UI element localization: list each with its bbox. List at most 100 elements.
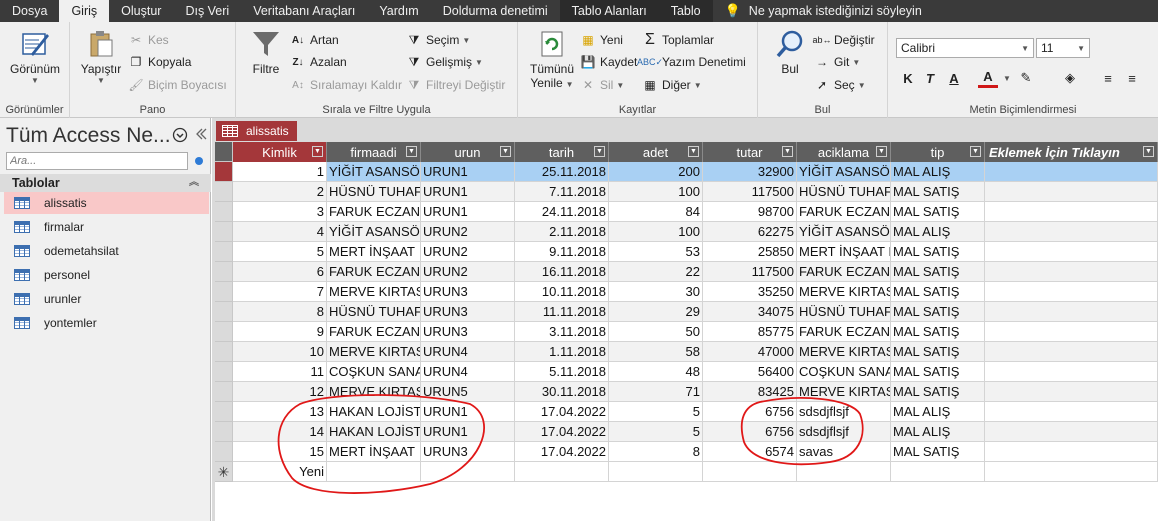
cell-add-field[interactable] <box>985 242 1158 262</box>
cell-adet[interactable]: 53 <box>609 242 703 262</box>
cell-kimlik[interactable]: 14 <box>233 422 327 442</box>
cell-add-field[interactable] <box>985 382 1158 402</box>
cell-adet[interactable]: 29 <box>609 302 703 322</box>
font-color-button[interactable]: A <box>978 68 998 88</box>
cell-tip[interactable]: MAL ALIŞ <box>891 402 985 422</box>
select-button[interactable]: ➚ Seç ▼ <box>814 75 866 95</box>
add-field-dropdown-icon[interactable]: ▼ <box>1143 146 1154 157</box>
cell-firmaadi[interactable]: YİĞİT ASANSÖI <box>327 162 421 182</box>
italic-button[interactable]: T <box>920 68 940 88</box>
record-selector[interactable] <box>215 422 233 442</box>
cell-adet[interactable]: 100 <box>609 222 703 242</box>
record-selector[interactable] <box>215 242 233 262</box>
cell-tip[interactable]: MAL ALIŞ <box>891 422 985 442</box>
cell-urun[interactable]: URUN4 <box>421 362 515 382</box>
align-center-button[interactable]: ≡ <box>1122 68 1142 88</box>
cell-tutar[interactable]: 25850 <box>703 242 797 262</box>
cell-adet[interactable]: 8 <box>609 442 703 462</box>
cell-urun[interactable]: URUN3 <box>421 442 515 462</box>
new-cell-add-field[interactable] <box>985 462 1158 482</box>
tab-yardim[interactable]: Yardım <box>367 0 430 22</box>
column-header-aciklama[interactable]: aciklama ▼ <box>797 142 891 162</box>
underline-button[interactable]: A <box>944 68 964 88</box>
cell-adet[interactable]: 5 <box>609 402 703 422</box>
cell-firmaadi[interactable]: MERVE KIRTAS <box>327 382 421 402</box>
cell-tarih[interactable]: 11.11.2018 <box>515 302 609 322</box>
cell-tarih[interactable]: 17.04.2022 <box>515 402 609 422</box>
cell-firmaadi[interactable]: COŞKUN SANA <box>327 362 421 382</box>
cell-tarih[interactable]: 2.11.2018 <box>515 222 609 242</box>
column-filter-dropdown-icon[interactable]: ▼ <box>970 146 981 157</box>
cell-adet[interactable]: 5 <box>609 422 703 442</box>
new-cell-tarih[interactable] <box>515 462 609 482</box>
cell-tip[interactable]: MAL SATIŞ <box>891 262 985 282</box>
document-tab-alissatis[interactable]: alissatis <box>216 121 297 141</box>
cell-add-field[interactable] <box>985 342 1158 362</box>
cell-firmaadi[interactable]: HÜSNÜ TUHAF <box>327 182 421 202</box>
cell-tutar[interactable]: 85775 <box>703 322 797 342</box>
spelling-button[interactable]: ABC✓ Yazım Denetimi <box>637 52 746 72</box>
cell-firmaadi[interactable]: MERT İNŞAAT <box>327 442 421 462</box>
cell-aciklama[interactable]: MERVE KIRTAS <box>797 282 891 302</box>
cell-urun[interactable]: URUN2 <box>421 262 515 282</box>
collapse-pane-icon[interactable] <box>194 127 208 141</box>
cell-tip[interactable]: MAL SATIŞ <box>891 442 985 462</box>
cell-tarih[interactable]: 3.11.2018 <box>515 322 609 342</box>
cell-tarih[interactable]: 10.11.2018 <box>515 282 609 302</box>
cell-aciklama[interactable]: sdsdjflsjf <box>797 422 891 442</box>
cell-firmaadi[interactable]: FARUK ECZANE <box>327 202 421 222</box>
cell-tutar[interactable]: 47000 <box>703 342 797 362</box>
cell-tarih[interactable]: 17.04.2022 <box>515 422 609 442</box>
tab-doldurma-denetimi[interactable]: Doldurma denetimi <box>431 0 560 22</box>
cell-urun[interactable]: URUN3 <box>421 302 515 322</box>
new-cell-adet[interactable] <box>609 462 703 482</box>
cell-urun[interactable]: URUN3 <box>421 322 515 342</box>
view-button[interactable]: Görünüm ▼ <box>6 28 64 85</box>
cell-tarih[interactable]: 7.11.2018 <box>515 182 609 202</box>
cell-add-field[interactable] <box>985 302 1158 322</box>
cell-aciklama[interactable]: FARUK ECZANE <box>797 202 891 222</box>
cell-add-field[interactable] <box>985 442 1158 462</box>
tab-giris[interactable]: Giriş <box>59 0 110 22</box>
new-cell-tutar[interactable] <box>703 462 797 482</box>
cell-kimlik[interactable]: 13 <box>233 402 327 422</box>
cell-tarih[interactable]: 1.11.2018 <box>515 342 609 362</box>
cell-tarih[interactable]: 25.11.2018 <box>515 162 609 182</box>
cell-firmaadi[interactable]: HÜSNÜ TUHAF <box>327 302 421 322</box>
cell-kimlik[interactable]: 11 <box>233 362 327 382</box>
column-header-tutar[interactable]: tutar ▼ <box>703 142 797 162</box>
totals-button[interactable]: Σ Toplamlar <box>642 30 714 50</box>
cell-kimlik[interactable]: 7 <box>233 282 327 302</box>
cell-firmaadi[interactable]: MERVE KIRTAS <box>327 342 421 362</box>
cell-add-field[interactable] <box>985 182 1158 202</box>
highlight-button[interactable]: ✎ <box>1016 68 1036 88</box>
cell-tarih[interactable]: 5.11.2018 <box>515 362 609 382</box>
tab-tablo[interactable]: Tablo <box>658 0 713 22</box>
new-cell-firmaadi[interactable] <box>327 462 421 482</box>
nav-item-yontemler[interactable]: yontemler <box>4 312 209 334</box>
chevron-down-circle-icon[interactable] <box>172 127 188 143</box>
new-cell-kimlik[interactable]: Yeni <box>233 462 327 482</box>
selection-button[interactable]: ⧩ Seçim ▼ <box>406 30 471 50</box>
cut-button[interactable]: ✂ Kes <box>128 30 169 50</box>
find-button[interactable]: Bul <box>770 28 810 76</box>
column-filter-dropdown-icon[interactable]: ▼ <box>688 146 699 157</box>
nav-item-personel[interactable]: personel <box>4 264 209 286</box>
cell-tutar[interactable]: 32900 <box>703 162 797 182</box>
nav-search-input[interactable] <box>6 152 188 170</box>
nav-item-odemetahsilat[interactable]: odemetahsilat <box>4 240 209 262</box>
cell-kimlik[interactable]: 4 <box>233 222 327 242</box>
cell-tip[interactable]: MAL SATIŞ <box>891 202 985 222</box>
nav-section-tables[interactable]: Tablolar ︽ <box>0 174 211 192</box>
record-selector[interactable] <box>215 302 233 322</box>
filter-button[interactable]: Filtre <box>244 28 288 76</box>
column-header-tip[interactable]: tip ▼ <box>891 142 985 162</box>
cell-add-field[interactable] <box>985 202 1158 222</box>
new-record-button[interactable]: ▦ Yeni <box>580 30 623 50</box>
cell-aciklama[interactable]: YİĞİT ASANSÖI <box>797 162 891 182</box>
cell-add-field[interactable] <box>985 222 1158 242</box>
cell-adet[interactable]: 48 <box>609 362 703 382</box>
cell-tutar[interactable]: 6756 <box>703 422 797 442</box>
column-header-tarih[interactable]: tarih ▼ <box>515 142 609 162</box>
cell-kimlik[interactable]: 12 <box>233 382 327 402</box>
